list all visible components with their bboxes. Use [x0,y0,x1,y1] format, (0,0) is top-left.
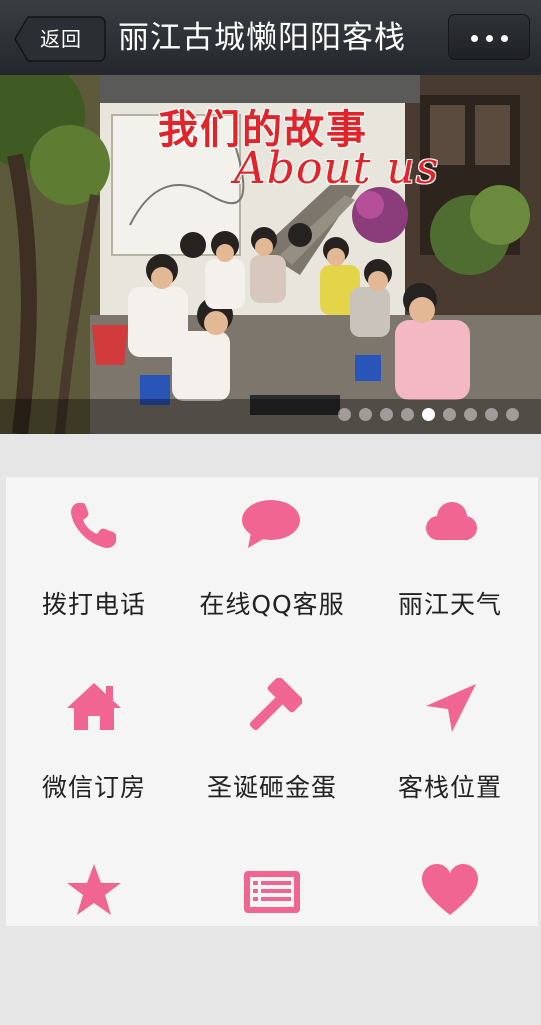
carousel-dot[interactable] [464,408,477,421]
star-icon [67,864,121,915]
more-dots-icon [471,35,478,42]
menu-item-label: 微信订房 [41,773,146,802]
menu-item-call[interactable]: 拨打电话 [6,477,182,659]
menu-item-label: 在线QQ客服 [199,590,345,619]
banner-heading-en: About us [234,143,440,194]
carousel-dot[interactable] [443,408,456,421]
carousel-dot[interactable] [485,408,498,421]
menu-item-label: 丽江天气 [397,590,502,619]
menu-item-location[interactable]: 客栈位置 [362,660,538,842]
menu-item-label: 圣诞砸金蛋 [206,773,337,802]
menu-item-wechat-booking[interactable]: 微信订房 [6,660,182,842]
menu-item-label: 拨打电话 [41,590,146,619]
page-title: 丽江古城懒阳阳客栈 [118,20,406,56]
carousel-dot[interactable] [506,408,519,421]
home-icon [67,683,121,730]
menu-item-list[interactable] [184,843,360,1025]
menu-item-weather[interactable]: 丽江天气 [362,477,538,659]
carousel-dot[interactable] [359,408,372,421]
list-icon [244,871,300,913]
cloud-icon [426,502,477,540]
heart-icon [422,864,478,915]
top-bar: 返回 丽江古城懒阳阳客栈 [0,0,541,76]
menu-item-favorites[interactable] [6,843,182,1025]
phone-icon [71,503,116,548]
menu-item-label: 客栈位置 [397,773,502,802]
menu-grid: 拨打电话 在线QQ客服 丽江天气 微信订房 圣诞砸金蛋 客栈位置 [6,477,538,926]
menu-item-golden-egg[interactable]: 圣诞砸金蛋 [184,660,360,842]
banner-carousel[interactable]: 我们的故事 About us [0,75,541,434]
chat-bubble-icon [242,500,300,548]
back-button[interactable]: 返回 [14,16,106,62]
carousel-dot[interactable] [380,408,393,421]
carousel-dot[interactable] [338,408,351,421]
hammer-icon [249,678,302,731]
menu-item-qq-service[interactable]: 在线QQ客服 [184,477,360,659]
more-button[interactable] [448,14,530,60]
back-button-label: 返回 [40,27,82,51]
menu-item-like[interactable] [362,843,538,1025]
location-arrow-icon [426,684,476,732]
carousel-dot[interactable] [401,408,414,421]
carousel-dot-active[interactable] [422,408,435,421]
